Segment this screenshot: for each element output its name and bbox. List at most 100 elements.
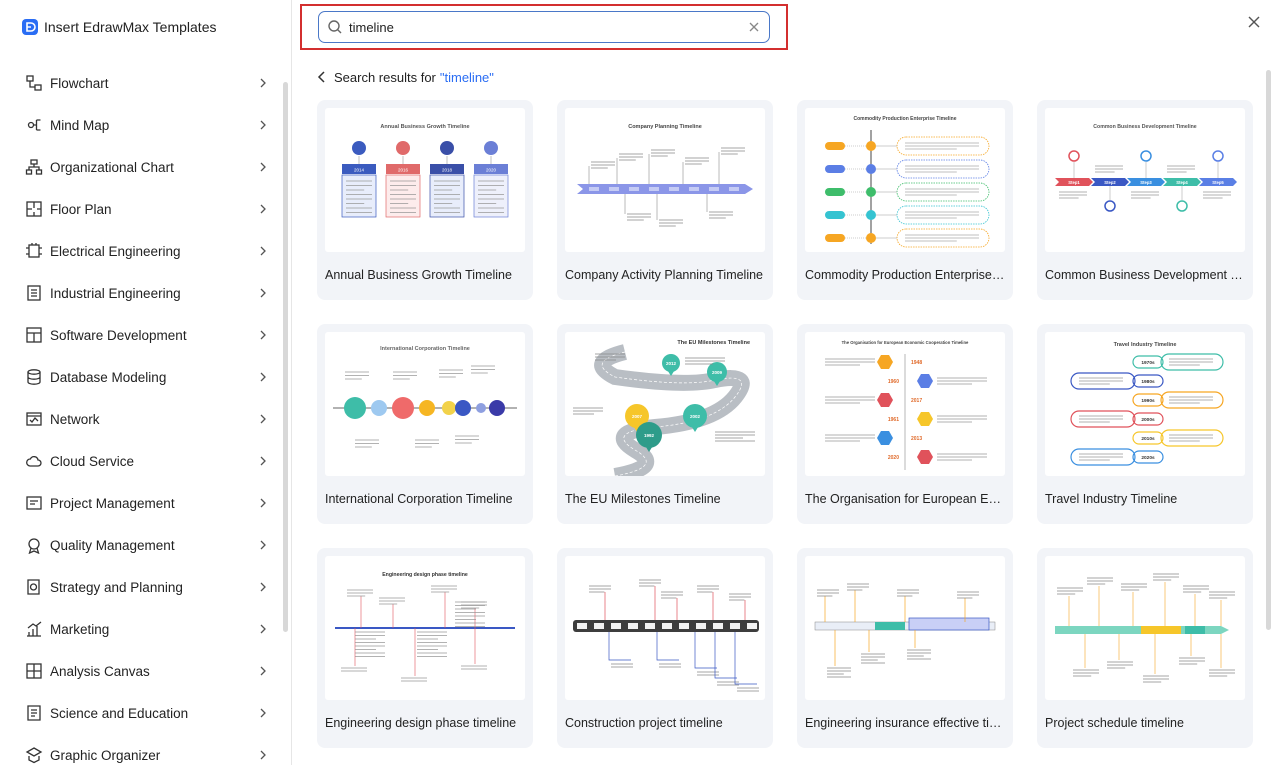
template-thumbnail[interactable] bbox=[565, 556, 765, 700]
template-thumbnail[interactable] bbox=[805, 556, 1005, 700]
template-title: Project schedule timeline bbox=[1045, 716, 1184, 730]
back-chevron-icon[interactable] bbox=[316, 71, 328, 83]
template-preview-graphic: Commodity Production Enterprise Timeline bbox=[825, 116, 990, 248]
sidebar-item-strategy[interactable]: Strategy and Planning bbox=[0, 566, 292, 608]
science-icon bbox=[24, 703, 44, 723]
sidebar-scrollbar[interactable] bbox=[283, 82, 288, 632]
sidebar-item-label: Database Modeling bbox=[50, 369, 167, 385]
template-title: Commodity Production Enterprise Timeline bbox=[805, 268, 1005, 282]
category-list: Flowchart Mind Map Organizational Chart Flo… bbox=[0, 62, 292, 765]
template-thumbnail[interactable]: Travel Industry Timeline 1970s 1980s 1990s 2… bbox=[1045, 332, 1245, 476]
template-thumbnail[interactable]: Company Planning Timeline bbox=[565, 108, 765, 252]
project-icon bbox=[24, 493, 44, 513]
template-card[interactable]: Project schedule timeline bbox=[1037, 548, 1253, 748]
template-thumbnail[interactable]: Annual Business Growth Timeline 2014 2016 2… bbox=[325, 108, 525, 252]
sidebar-item-network[interactable]: Network bbox=[0, 398, 292, 440]
template-thumbnail[interactable]: Commodity Production Enterprise Timeline bbox=[805, 108, 1005, 252]
template-card[interactable]: Engineering design phase timeline Enginee… bbox=[317, 548, 533, 748]
sidebar-item-mind-map[interactable]: Mind Map bbox=[0, 104, 292, 146]
template-preview-graphic bbox=[1055, 573, 1235, 683]
template-thumbnail[interactable]: The Organisation for European Economic C… bbox=[805, 332, 1005, 476]
template-card[interactable]: Travel Industry Timeline 1970s 1980s 1990s 2… bbox=[1037, 324, 1253, 524]
svg-text:Step5: Step5 bbox=[1212, 180, 1224, 185]
template-card[interactable]: The EU Milestones Timeline 2007 2012 2009 19… bbox=[557, 324, 773, 524]
template-card[interactable]: Commodity Production Enterprise Timeline… bbox=[797, 100, 1013, 300]
template-preview-graphic: International Corporation Timeline bbox=[333, 346, 517, 448]
sidebar-item-electrical[interactable]: Electrical Engineering bbox=[0, 230, 292, 272]
template-title: Common Business Development Timeline bbox=[1045, 268, 1245, 282]
template-card[interactable]: International Corporation Timeline Intern… bbox=[317, 324, 533, 524]
svg-text:2020: 2020 bbox=[486, 168, 497, 173]
chevron-right-icon bbox=[260, 414, 266, 424]
svg-text:2009: 2009 bbox=[712, 370, 723, 375]
sidebar-item-label: Industrial Engineering bbox=[50, 285, 181, 301]
sidebar-item-industrial[interactable]: Industrial Engineering bbox=[0, 272, 292, 314]
svg-text:1992: 1992 bbox=[644, 433, 655, 438]
svg-text:The EU Milestones Timeline: The EU Milestones Timeline bbox=[677, 340, 750, 346]
sidebar-item-label: Strategy and Planning bbox=[50, 579, 183, 595]
template-preview-graphic bbox=[814, 583, 996, 678]
search-input[interactable] bbox=[349, 19, 747, 35]
sidebar-item-label: Analysis Canvas bbox=[50, 663, 150, 679]
svg-text:1990s: 1990s bbox=[1141, 398, 1155, 404]
search-box[interactable] bbox=[318, 11, 770, 43]
template-title: Engineering design phase timeline bbox=[325, 716, 517, 730]
chevron-right-icon bbox=[260, 750, 266, 760]
chevron-right-icon bbox=[260, 708, 266, 718]
sidebar-item-org-chart[interactable]: Organizational Chart bbox=[0, 146, 292, 188]
chevron-right-icon bbox=[260, 78, 266, 88]
svg-text:Step1: Step1 bbox=[1068, 180, 1080, 185]
insert-templates-dialog: Insert EdrawMax Templates Flowchart Mind … bbox=[0, 0, 1276, 765]
svg-text:Annual Business Growth Timelin: Annual Business Growth Timeline bbox=[380, 124, 469, 130]
svg-text:2020s: 2020s bbox=[1141, 455, 1155, 461]
template-title: International Corporation Timeline bbox=[325, 492, 513, 506]
sidebar-item-label: Network bbox=[50, 411, 100, 427]
chevron-right-icon bbox=[260, 582, 266, 592]
search-highlight-frame bbox=[300, 4, 788, 50]
edrawmax-logo-icon bbox=[22, 19, 38, 35]
template-card[interactable]: Company Planning Timeline Company Activit… bbox=[557, 100, 773, 300]
sidebar-item-marketing[interactable]: Marketing bbox=[0, 608, 292, 650]
template-card[interactable]: Construction project timeline bbox=[557, 548, 773, 748]
chevron-right-icon bbox=[260, 246, 266, 256]
template-title: Travel Industry Timeline bbox=[1045, 492, 1178, 506]
template-card[interactable]: Engineering insurance effective timeline bbox=[797, 548, 1013, 748]
template-card[interactable]: Annual Business Growth Timeline 2014 2016 2… bbox=[317, 100, 533, 300]
svg-text:2020: 2020 bbox=[888, 455, 899, 461]
svg-text:2000s: 2000s bbox=[1141, 417, 1155, 423]
template-card[interactable]: Common Business Development Timeline Step… bbox=[1037, 100, 1253, 300]
template-thumbnail[interactable]: Common Business Development Timeline Step… bbox=[1045, 108, 1245, 252]
chevron-right-icon bbox=[260, 372, 266, 382]
clear-search-icon[interactable] bbox=[747, 20, 761, 34]
template-preview-graphic: Annual Business Growth Timeline 2014 2016 2… bbox=[341, 124, 509, 218]
sidebar-item-software[interactable]: Software Development bbox=[0, 314, 292, 356]
search-results-header: Search results for "timeline" bbox=[316, 68, 494, 86]
svg-text:Step4: Step4 bbox=[1176, 180, 1188, 185]
sidebar-item-label: Science and Education bbox=[50, 705, 189, 721]
sidebar-item-database[interactable]: Database Modeling bbox=[0, 356, 292, 398]
electrical-icon bbox=[24, 241, 44, 261]
template-thumbnail[interactable]: International Corporation Timeline bbox=[325, 332, 525, 476]
sidebar-item-graphic-organizer[interactable]: Graphic Organizer bbox=[0, 734, 292, 765]
template-card[interactable]: The Organisation for European Economic C… bbox=[797, 324, 1013, 524]
close-dialog-icon[interactable] bbox=[1246, 14, 1262, 30]
search-icon bbox=[328, 20, 342, 34]
sidebar-item-quality[interactable]: Quality Management bbox=[0, 524, 292, 566]
sidebar-item-label: Flowchart bbox=[50, 75, 109, 91]
graphic-organizer-icon bbox=[24, 745, 44, 765]
sidebar-item-label: Software Development bbox=[50, 327, 187, 343]
sidebar-item-cloud[interactable]: Cloud Service bbox=[0, 440, 292, 482]
svg-text:Common Business Development Ti: Common Business Development Timeline bbox=[1093, 124, 1197, 130]
org-chart-icon bbox=[24, 157, 44, 177]
sidebar-item-analysis[interactable]: Analysis Canvas bbox=[0, 650, 292, 692]
sidebar-item-floor-plan[interactable]: Floor Plan bbox=[0, 188, 292, 230]
template-thumbnail[interactable]: The EU Milestones Timeline 2007 2012 2009 19… bbox=[565, 332, 765, 476]
sidebar-item-project[interactable]: Project Management bbox=[0, 482, 292, 524]
template-thumbnail[interactable]: Engineering design phase timeline bbox=[325, 556, 525, 700]
sidebar-item-flowchart[interactable]: Flowchart bbox=[0, 62, 292, 104]
chevron-right-icon bbox=[260, 120, 266, 130]
results-scrollbar[interactable] bbox=[1266, 70, 1271, 630]
template-thumbnail[interactable] bbox=[1045, 556, 1245, 700]
template-title: Construction project timeline bbox=[565, 716, 723, 730]
sidebar-item-science[interactable]: Science and Education bbox=[0, 692, 292, 734]
